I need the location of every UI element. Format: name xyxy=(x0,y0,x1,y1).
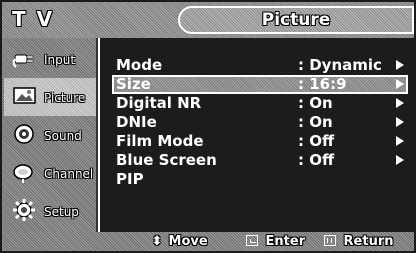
sidebar-item-setup[interactable]: Setup xyxy=(4,192,96,230)
menu-row-value: : Off xyxy=(298,132,335,150)
sidebar-item-input[interactable]: Input xyxy=(4,40,96,78)
input-plug-icon xyxy=(12,46,38,70)
sidebar: Input Picture Sound Channel Setup xyxy=(2,38,98,232)
channel-dish-icon xyxy=(12,160,38,184)
menu-row-label: Digital NR xyxy=(116,94,202,112)
menu-row-label: Blue Screen xyxy=(116,151,217,169)
right-arrow-icon xyxy=(396,136,404,146)
menu-row-value: : Dynamic xyxy=(298,56,382,74)
enter-hint: Enter xyxy=(246,232,305,251)
menu-row-value: : 16:9 xyxy=(298,75,347,93)
sidebar-item-channel[interactable]: Channel xyxy=(4,154,96,192)
sidebar-item-label: Input xyxy=(44,53,76,67)
move-hint: ⬍ Move xyxy=(150,232,208,251)
picture-icon xyxy=(12,84,38,108)
enter-hint-label: Enter xyxy=(265,234,306,249)
menu-row-mode[interactable]: Mode : Dynamic xyxy=(112,56,408,75)
menu-title: Picture xyxy=(261,10,331,30)
menu-row-label: Film Mode xyxy=(116,132,204,150)
menu-row-pip[interactable]: PIP xyxy=(112,170,408,189)
menu-title-pill: Picture xyxy=(178,6,414,34)
menu-row-value: : On xyxy=(298,94,333,112)
right-arrow-icon xyxy=(396,79,404,89)
return-hint: Return xyxy=(324,232,394,251)
sidebar-item-sound[interactable]: Sound xyxy=(4,116,96,154)
menu-row-label: DNIe xyxy=(116,113,157,131)
menu-row-blue-screen[interactable]: Blue Screen : Off xyxy=(112,151,408,170)
sidebar-item-label: Setup xyxy=(44,205,79,219)
tv-mode-label: T V xyxy=(12,7,55,31)
right-arrow-icon xyxy=(396,117,404,127)
tv-menu-screen: T V Picture Input Picture Sound Channel … xyxy=(0,0,416,253)
menu-row-label: Mode xyxy=(116,56,163,74)
up-down-arrow-icon: ⬍ xyxy=(151,234,163,249)
menu-row-label: PIP xyxy=(116,170,144,188)
setup-gear-icon xyxy=(12,198,38,222)
right-arrow-icon xyxy=(396,98,404,108)
sidebar-item-label: Sound xyxy=(44,129,82,143)
return-menu-icon xyxy=(324,235,336,246)
sound-speaker-icon xyxy=(12,122,38,146)
enter-icon xyxy=(246,235,258,246)
right-arrow-icon xyxy=(396,60,404,70)
bottom-help-bar: ⬍ Move Enter Return xyxy=(2,232,414,251)
menu-row-dnie[interactable]: DNIe : On xyxy=(112,113,408,132)
sidebar-item-picture[interactable]: Picture xyxy=(4,78,96,116)
move-hint-label: Move xyxy=(168,234,208,249)
menu-row-label: Size xyxy=(116,75,151,93)
menu-row-film-mode[interactable]: Film Mode : Off xyxy=(112,132,408,151)
picture-menu-panel: Mode : Dynamic Size : 16:9 Digital NR : … xyxy=(100,38,414,232)
right-arrow-icon xyxy=(396,155,404,165)
sidebar-item-label: Picture xyxy=(44,91,86,105)
menu-row-size[interactable]: Size : 16:9 xyxy=(112,75,408,94)
menu-row-value: : Off xyxy=(298,151,335,169)
menu-row-value: : On xyxy=(298,113,333,131)
title-bar: T V Picture xyxy=(2,2,414,38)
sidebar-item-label: Channel xyxy=(44,167,94,181)
return-hint-label: Return xyxy=(343,234,394,249)
menu-row-digital-nr[interactable]: Digital NR : On xyxy=(112,94,408,113)
